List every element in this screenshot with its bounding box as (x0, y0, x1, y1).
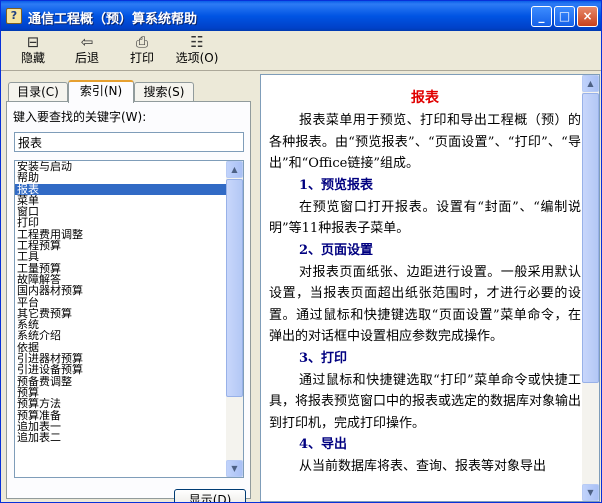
index-list-item[interactable]: 帮助 (15, 172, 226, 183)
index-list-item[interactable]: 工量预算 (15, 263, 226, 274)
index-items: 安装与启动 帮助 报表 菜单 窗口 打印 工程费用调整 工程预算 工具 工量预算 故障解答 国内器材预… (15, 161, 226, 443)
index-list-item[interactable]: 其它费预算 (15, 308, 226, 319)
scroll-up-icon[interactable]: ▲ (226, 161, 243, 178)
section-text-export: 从当前数据库将表、查询、报表等对象导出 (299, 459, 547, 474)
hide-button[interactable]: ⊟ 隐藏 (13, 33, 53, 69)
tab-index[interactable]: 索引(N) (68, 80, 134, 103)
index-list-item[interactable]: 菜单 (15, 195, 226, 206)
index-list-item[interactable]: 追加表二 (15, 432, 226, 443)
title-bar[interactable]: ? 通信工程概（预）算系统帮助 _ □ × (1, 1, 601, 31)
index-list-item[interactable]: 平台 (15, 297, 226, 308)
print-button[interactable]: ⎙ 打印 (122, 33, 162, 69)
index-list-item[interactable]: 工程预算 (15, 240, 226, 251)
section-heading-preview: 1、预览报表 (299, 177, 374, 193)
content-scroll-down-icon[interactable]: ▼ (582, 484, 599, 501)
back-arrow-icon: ⇦ (80, 33, 94, 51)
section-text-page-setup: 对报表页面纸张、边距进行设置。一般采用默认设置，当报表页面超出纸张范围时，才进行… (269, 264, 581, 345)
index-list-item[interactable]: 故障解答 (15, 274, 226, 285)
index-list-item[interactable]: 引进器材预算 (15, 353, 226, 364)
index-list-item[interactable]: 打印 (15, 217, 226, 228)
content-pane: 报表 报表菜单用于预览、打印和导出工程概（预）的各种报表。由“预览报表”、“页面… (260, 74, 600, 502)
index-list-scrollbar[interactable]: ▲ ▼ (226, 161, 243, 477)
index-list-item[interactable]: 预算准备 (15, 410, 226, 421)
keyword-label: 键入要查找的关键字(W): (13, 110, 147, 124)
index-list-item[interactable]: 预算 (15, 387, 226, 398)
options-button[interactable]: ☷ 选项(O) (171, 33, 223, 69)
index-list-item[interactable]: 依据 (15, 342, 226, 353)
index-list-item[interactable]: 安装与启动 (15, 161, 226, 172)
minimize-button[interactable]: _ (531, 6, 552, 27)
tab-search[interactable]: 搜索(S) (134, 82, 194, 102)
index-list-item[interactable]: 工程费用调整 (15, 229, 226, 240)
hide-icon: ⊟ (26, 33, 40, 51)
topic-intro: 报表菜单用于预览、打印和导出工程概（预）的各种报表。由“预览报表”、“页面设置”… (269, 113, 581, 171)
index-list-item[interactable]: 系统介绍 (15, 330, 226, 341)
section-heading-page-setup: 2、页面设置 (299, 242, 374, 258)
content-scroll-thumb[interactable] (582, 93, 599, 383)
options-icon: ☷ (190, 33, 204, 51)
help-topic: 报表 报表菜单用于预览、打印和导出工程概（预）的各种报表。由“预览报表”、“页面… (269, 87, 581, 478)
index-list-item[interactable]: 追加表一 (15, 421, 226, 432)
index-panel: 键入要查找的关键字(W): 安装与启动帮助报表菜单窗口打印工程费用调整工程预算工… (6, 101, 251, 502)
print-icon: ⎙ (135, 33, 148, 51)
index-list-item[interactable]: 国内器材预算 (15, 285, 226, 296)
index-list-item[interactable]: 工具 (15, 251, 226, 262)
close-button[interactable]: × (577, 6, 598, 27)
help-window: ? 通信工程概（预）算系统帮助 _ □ × ⊟ 隐藏 ⇦ 后退 ⎙ 打印 ☷ 选… (0, 0, 602, 503)
window-title: 通信工程概（预）算系统帮助 (28, 12, 198, 27)
scroll-down-icon[interactable]: ▼ (226, 460, 243, 477)
maximize-button[interactable]: □ (554, 6, 575, 27)
index-list-item[interactable]: 引进设备预算 (15, 364, 226, 375)
toolbar: ⊟ 隐藏 ⇦ 后退 ⎙ 打印 ☷ 选项(O) (1, 31, 601, 71)
section-text-print: 通过鼠标和快捷键选取“打印”菜单命令或快捷工具，将报表预览窗口中的报表或选定的数… (269, 372, 582, 431)
print-label: 打印 (129, 51, 154, 65)
keyword-input[interactable] (14, 132, 244, 152)
help-app-icon: ? (6, 8, 22, 24)
index-list-item[interactable]: 预算方法 (15, 398, 226, 409)
back-label: 后退 (74, 51, 99, 65)
index-list[interactable]: 安装与启动 帮助 报表 菜单 窗口 打印 工程费用调整 工程预算 工具 工量预算 故障解答 国内器材预… (14, 160, 244, 478)
index-list-item[interactable]: 窗口 (15, 206, 226, 217)
section-heading-export: 4、导出 (299, 437, 348, 452)
section-heading-print: 3、打印 (299, 350, 348, 366)
display-button[interactable]: 显示(D) (174, 489, 246, 502)
content-scroll-up-icon[interactable]: ▲ (582, 75, 599, 92)
topic-title: 报表 (411, 90, 439, 106)
back-button[interactable]: ⇦ 后退 (67, 33, 107, 69)
navigation-pane: 目录(C) 索引(N) 搜索(S) 键入要查找的关键字(W): 安装与启动帮助报… (6, 74, 251, 502)
hide-label: 隐藏 (20, 51, 45, 65)
section-text-preview: 在预览窗口打开报表。设置有“封面”、“编制说明”等11种报表子菜单。 (269, 199, 581, 237)
scroll-thumb[interactable] (226, 179, 243, 397)
tab-contents[interactable]: 目录(C) (8, 82, 68, 102)
index-list-item[interactable]: 系统 (15, 319, 226, 330)
index-list-item[interactable]: 预备费调整 (15, 376, 226, 387)
nav-tabs: 目录(C) 索引(N) 搜索(S) (6, 80, 251, 103)
index-list-item[interactable]: 报表 (15, 183, 226, 195)
content-scrollbar[interactable]: ▲ ▼ (582, 75, 599, 501)
options-label: 选项(O) (175, 51, 219, 65)
